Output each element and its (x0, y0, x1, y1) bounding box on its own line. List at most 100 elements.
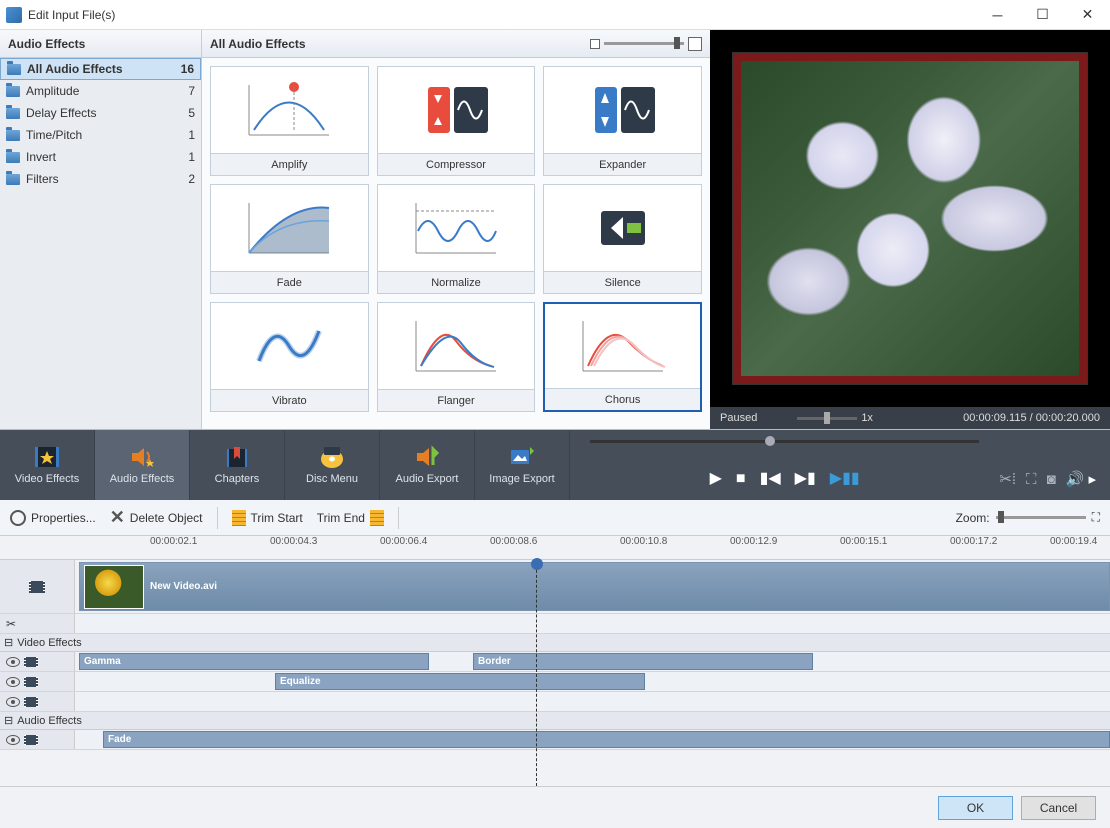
trim-end-button[interactable]: Trim End (317, 510, 384, 526)
track-head[interactable] (0, 730, 75, 749)
sidebar-item-filters[interactable]: Filters 2 (0, 168, 201, 190)
track-head[interactable] (0, 692, 75, 711)
next-frame-button[interactable]: ▶▮ (795, 468, 816, 488)
snapshot-button[interactable]: ◙ (1047, 471, 1056, 488)
effects-grid: Amplify Compressor Expander Fade Normali… (202, 58, 710, 429)
video-fx-track-1: Gamma Border (0, 652, 1110, 672)
folder-icon (7, 64, 21, 75)
play-button[interactable]: ▶ (710, 468, 722, 488)
audio-fx-track-1: Fade (0, 730, 1110, 750)
effect-normalize[interactable]: Normalize (377, 184, 536, 294)
video-track-head[interactable] (0, 560, 75, 613)
titlebar: Edit Input File(s) ─ ☐ ✕ (0, 0, 1110, 30)
prev-frame-button[interactable]: ▮◀ (760, 468, 781, 488)
eye-icon (6, 657, 20, 667)
fade-clip[interactable]: Fade (103, 731, 1110, 748)
trim-start-icon (232, 510, 246, 526)
film-icon (24, 697, 38, 707)
stop-button[interactable]: ■ (736, 470, 746, 488)
film-icon (24, 677, 38, 687)
disc-icon (318, 445, 346, 469)
track-head[interactable] (0, 652, 75, 671)
delete-object-button[interactable]: ✕Delete Object (110, 507, 203, 528)
timeline-ruler[interactable]: 00:00:02.1 00:00:04.3 00:00:06.4 00:00:0… (0, 536, 1110, 560)
sidebar-item-amplitude[interactable]: Amplitude 7 (0, 80, 201, 102)
trim-start-button[interactable]: Trim Start (232, 510, 303, 526)
ok-button[interactable]: OK (938, 796, 1013, 820)
properties-button[interactable]: Properties... (10, 510, 96, 526)
property-bar: Properties... ✕Delete Object Trim Start … (0, 500, 1110, 536)
tab-image-export[interactable]: Image Export (475, 430, 570, 500)
effect-silence[interactable]: Silence (543, 184, 702, 294)
effects-category-sidebar: Audio Effects All Audio Effects 16 Ampli… (0, 30, 202, 429)
split-track-head[interactable]: ✂ (0, 614, 75, 633)
timeline-zoom-control[interactable]: Zoom: ⛶ (956, 510, 1100, 525)
speaker-star-icon (128, 445, 156, 469)
dialog-buttons: OK Cancel (0, 786, 1110, 828)
effect-chorus[interactable]: Chorus (543, 302, 702, 412)
film-icon (29, 581, 45, 593)
trim-end-icon (370, 510, 384, 526)
film-star-icon (33, 445, 61, 469)
cancel-button[interactable]: Cancel (1021, 796, 1096, 820)
sidebar-item-all-audio-effects[interactable]: All Audio Effects 16 (0, 58, 201, 80)
minimize-button[interactable]: ─ (975, 0, 1020, 30)
playback-status: Paused (720, 412, 757, 424)
maximize-button[interactable]: ☐ (1020, 0, 1065, 30)
equalize-clip[interactable]: Equalize (275, 673, 645, 690)
effect-vibrato[interactable]: Vibrato (210, 302, 369, 412)
preview-pane: Paused 1x 00:00:09.115 / 00:00:20.000 (710, 30, 1110, 429)
film-icon (24, 735, 38, 745)
thumbnail-zoom-control[interactable] (590, 37, 702, 51)
preview-statusbar: Paused 1x 00:00:09.115 / 00:00:20.000 (710, 407, 1110, 429)
zoom-large-icon (688, 37, 702, 51)
tab-chapters[interactable]: Chapters (190, 430, 285, 500)
tab-disc-menu[interactable]: Disc Menu (285, 430, 380, 500)
effect-compressor[interactable]: Compressor (377, 66, 536, 176)
image-export-icon (508, 445, 536, 469)
fit-zoom-icon[interactable]: ⛶ (1092, 510, 1100, 525)
gamma-clip[interactable]: Gamma (79, 653, 429, 670)
x-icon: ✕ (110, 507, 125, 528)
folder-icon (6, 130, 20, 141)
clip-thumbnail (84, 565, 144, 609)
split-button[interactable]: ✂⁞ (999, 470, 1016, 488)
effect-expander[interactable]: Expander (543, 66, 702, 176)
sidebar-item-time-pitch[interactable]: Time/Pitch 1 (0, 124, 201, 146)
film-icon (24, 657, 38, 667)
time-display: 00:00:09.115 / 00:00:20.000 (963, 412, 1100, 424)
preview-video[interactable] (732, 52, 1088, 385)
effect-amplify[interactable]: Amplify (210, 66, 369, 176)
player-right-controls: ✂⁞ ⛶ ◙ 🔊 ▸ (999, 430, 1110, 500)
speed-control[interactable]: 1x (797, 412, 873, 424)
effects-panel: All Audio Effects Amplify Compressor Exp… (202, 30, 710, 429)
folder-icon (6, 152, 20, 163)
player-controls: ▶ ■ ▮◀ ▶▮ ▶▮▮ (570, 430, 999, 500)
volume-button[interactable]: 🔊 ▸ (1066, 470, 1096, 488)
seek-bar[interactable] (590, 440, 979, 443)
border-clip[interactable]: Border (473, 653, 813, 670)
close-button[interactable]: ✕ (1065, 0, 1110, 30)
tab-audio-export[interactable]: Audio Export (380, 430, 475, 500)
tab-audio-effects[interactable]: Audio Effects (95, 430, 190, 500)
effect-flanger[interactable]: Flanger (377, 302, 536, 412)
tab-video-effects[interactable]: Video Effects (0, 430, 95, 500)
effect-fade[interactable]: Fade (210, 184, 369, 294)
track-head[interactable] (0, 672, 75, 691)
bookmark-film-icon (223, 445, 251, 469)
folder-icon (6, 108, 20, 119)
sidebar-header: Audio Effects (0, 30, 201, 58)
audio-effects-section[interactable]: ⊟ Audio Effects (0, 712, 1110, 730)
app-icon (6, 7, 22, 23)
playback-mode-button[interactable]: ▶▮▮ (830, 468, 860, 488)
eye-icon (6, 677, 20, 687)
fullscreen-button[interactable]: ⛶ (1026, 471, 1037, 488)
sidebar-item-invert[interactable]: Invert 1 (0, 146, 201, 168)
video-track: New Video.avi (0, 560, 1110, 614)
video-effects-section[interactable]: ⊟ Video Effects (0, 634, 1110, 652)
split-track: ✂ (0, 614, 1110, 634)
sidebar-item-delay-effects[interactable]: Delay Effects 5 (0, 102, 201, 124)
scissors-icon: ✂ (6, 617, 16, 631)
video-clip[interactable]: New Video.avi (79, 562, 1110, 611)
preview-frame-image (741, 61, 1079, 376)
